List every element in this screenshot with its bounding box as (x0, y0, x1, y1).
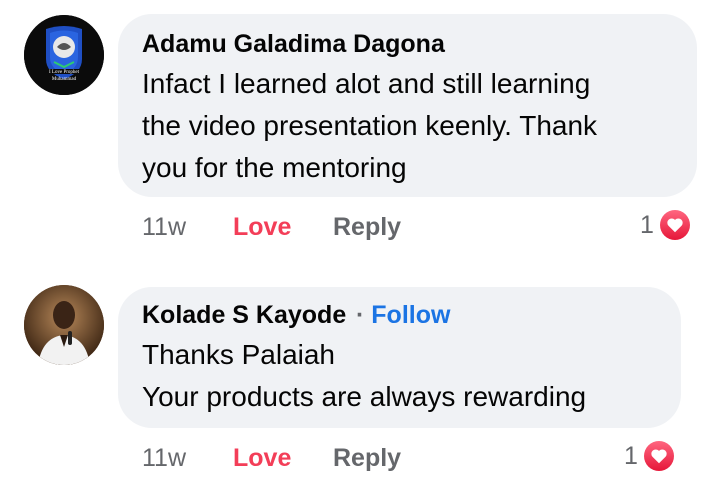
reaction-count: 1 (624, 441, 638, 470)
comment-text-line: Your products are always rewarding (142, 381, 587, 412)
avatar-caption: Muhammad (51, 77, 77, 82)
reaction-count: 1 (640, 210, 654, 239)
comment-text-line: Infact I learned alot and still learning (142, 68, 591, 99)
avatar-image (24, 15, 104, 95)
separator-dot: · (356, 301, 365, 329)
reaction-summary[interactable]: 1 (624, 439, 676, 473)
timestamp: 11w (142, 444, 187, 472)
reply-button[interactable]: Reply (333, 213, 401, 242)
comment-text-line: Thanks Palaiah (142, 339, 336, 370)
author-name[interactable]: Kolade S Kayode (142, 301, 346, 330)
timestamp: 11w (142, 213, 187, 241)
reaction-summary[interactable]: 1 (640, 208, 692, 242)
love-button[interactable]: Love (233, 213, 291, 242)
comment-text-line: the video presentation keenly. Thank (142, 110, 598, 141)
avatar-image (24, 285, 104, 365)
heart-icon (641, 439, 676, 473)
love-button[interactable]: Love (233, 444, 291, 473)
follow-group: · Follow (356, 301, 450, 330)
reply-button[interactable]: Reply (333, 444, 401, 473)
comment-text-line: you for the mentoring (142, 152, 407, 183)
author-name[interactable]: Adamu Galadima Dagona (142, 30, 445, 59)
follow-button[interactable]: Follow (371, 301, 450, 329)
avatar-caption: I Love Prophet (49, 70, 79, 75)
avatar[interactable] (24, 285, 104, 365)
heart-icon (657, 208, 692, 242)
avatar[interactable]: I Love Prophet Muhammad (24, 15, 104, 95)
